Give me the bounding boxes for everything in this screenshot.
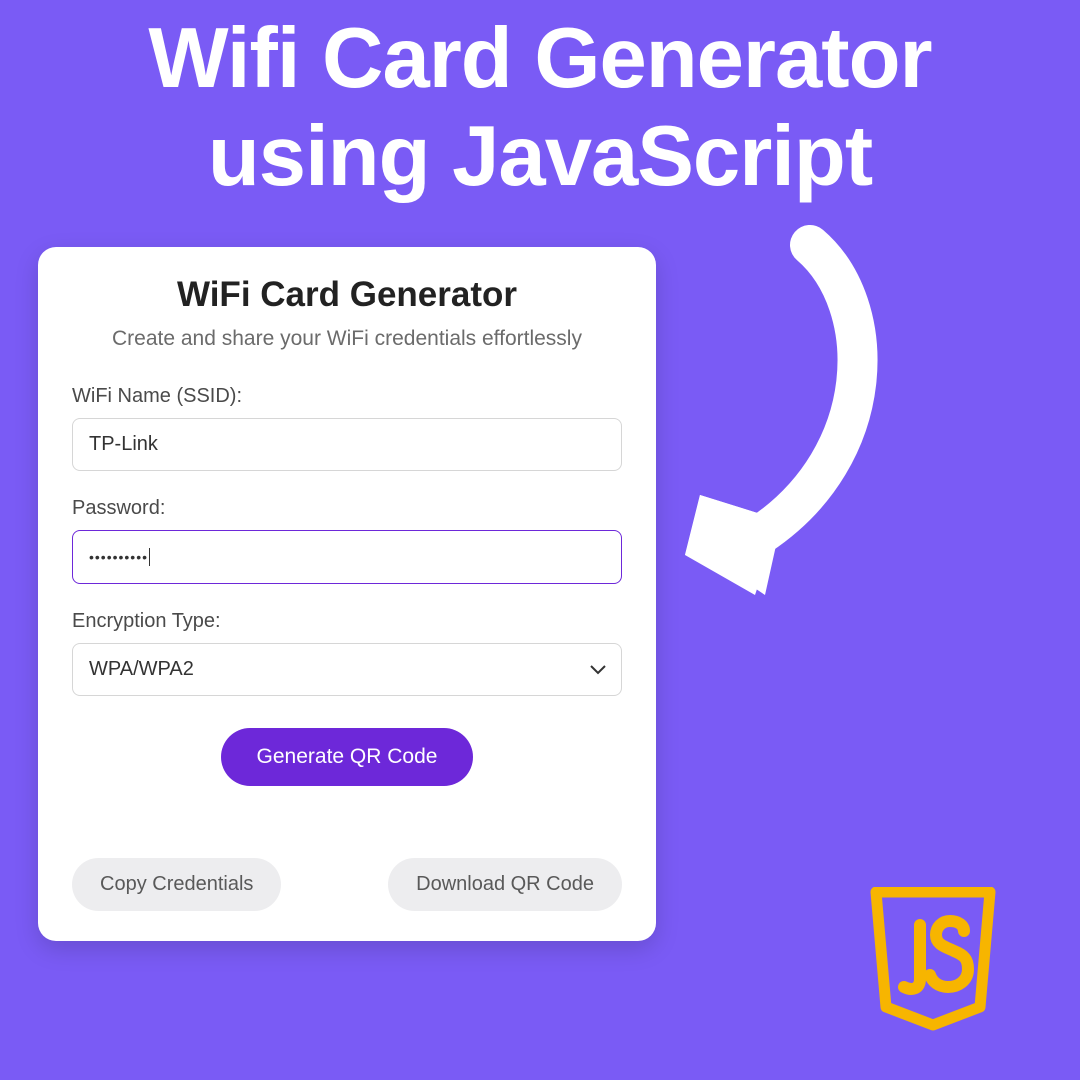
encryption-field: Encryption Type: WPA/WPA2 <box>72 610 622 696</box>
arrow-graphic <box>670 225 890 605</box>
hero-title: Wifi Card Generator using JavaScript <box>0 0 1080 206</box>
hero-line-2: using JavaScript <box>0 108 1080 206</box>
encryption-select[interactable]: WPA/WPA2 <box>72 643 622 696</box>
text-cursor <box>149 548 150 566</box>
generate-button[interactable]: Generate QR Code <box>221 728 474 786</box>
download-button[interactable]: Download QR Code <box>388 858 622 911</box>
action-row: Copy Credentials Download QR Code <box>72 858 622 911</box>
copy-button[interactable]: Copy Credentials <box>72 858 281 911</box>
card-title: WiFi Card Generator <box>72 275 622 315</box>
ssid-input[interactable] <box>72 418 622 471</box>
generator-card: WiFi Card Generator Create and share you… <box>38 247 656 941</box>
password-value: •••••••••• <box>89 549 148 565</box>
js-logo-icon <box>868 887 998 1032</box>
ssid-label: WiFi Name (SSID): <box>72 385 622 408</box>
ssid-field: WiFi Name (SSID): <box>72 385 622 471</box>
password-input[interactable]: •••••••••• <box>72 530 622 584</box>
encryption-value: WPA/WPA2 <box>89 658 194 680</box>
hero-line-1: Wifi Card Generator <box>0 10 1080 108</box>
encryption-label: Encryption Type: <box>72 610 622 633</box>
card-subtitle: Create and share your WiFi credentials e… <box>72 327 622 351</box>
password-field: Password: •••••••••• <box>72 497 622 584</box>
password-label: Password: <box>72 497 622 520</box>
